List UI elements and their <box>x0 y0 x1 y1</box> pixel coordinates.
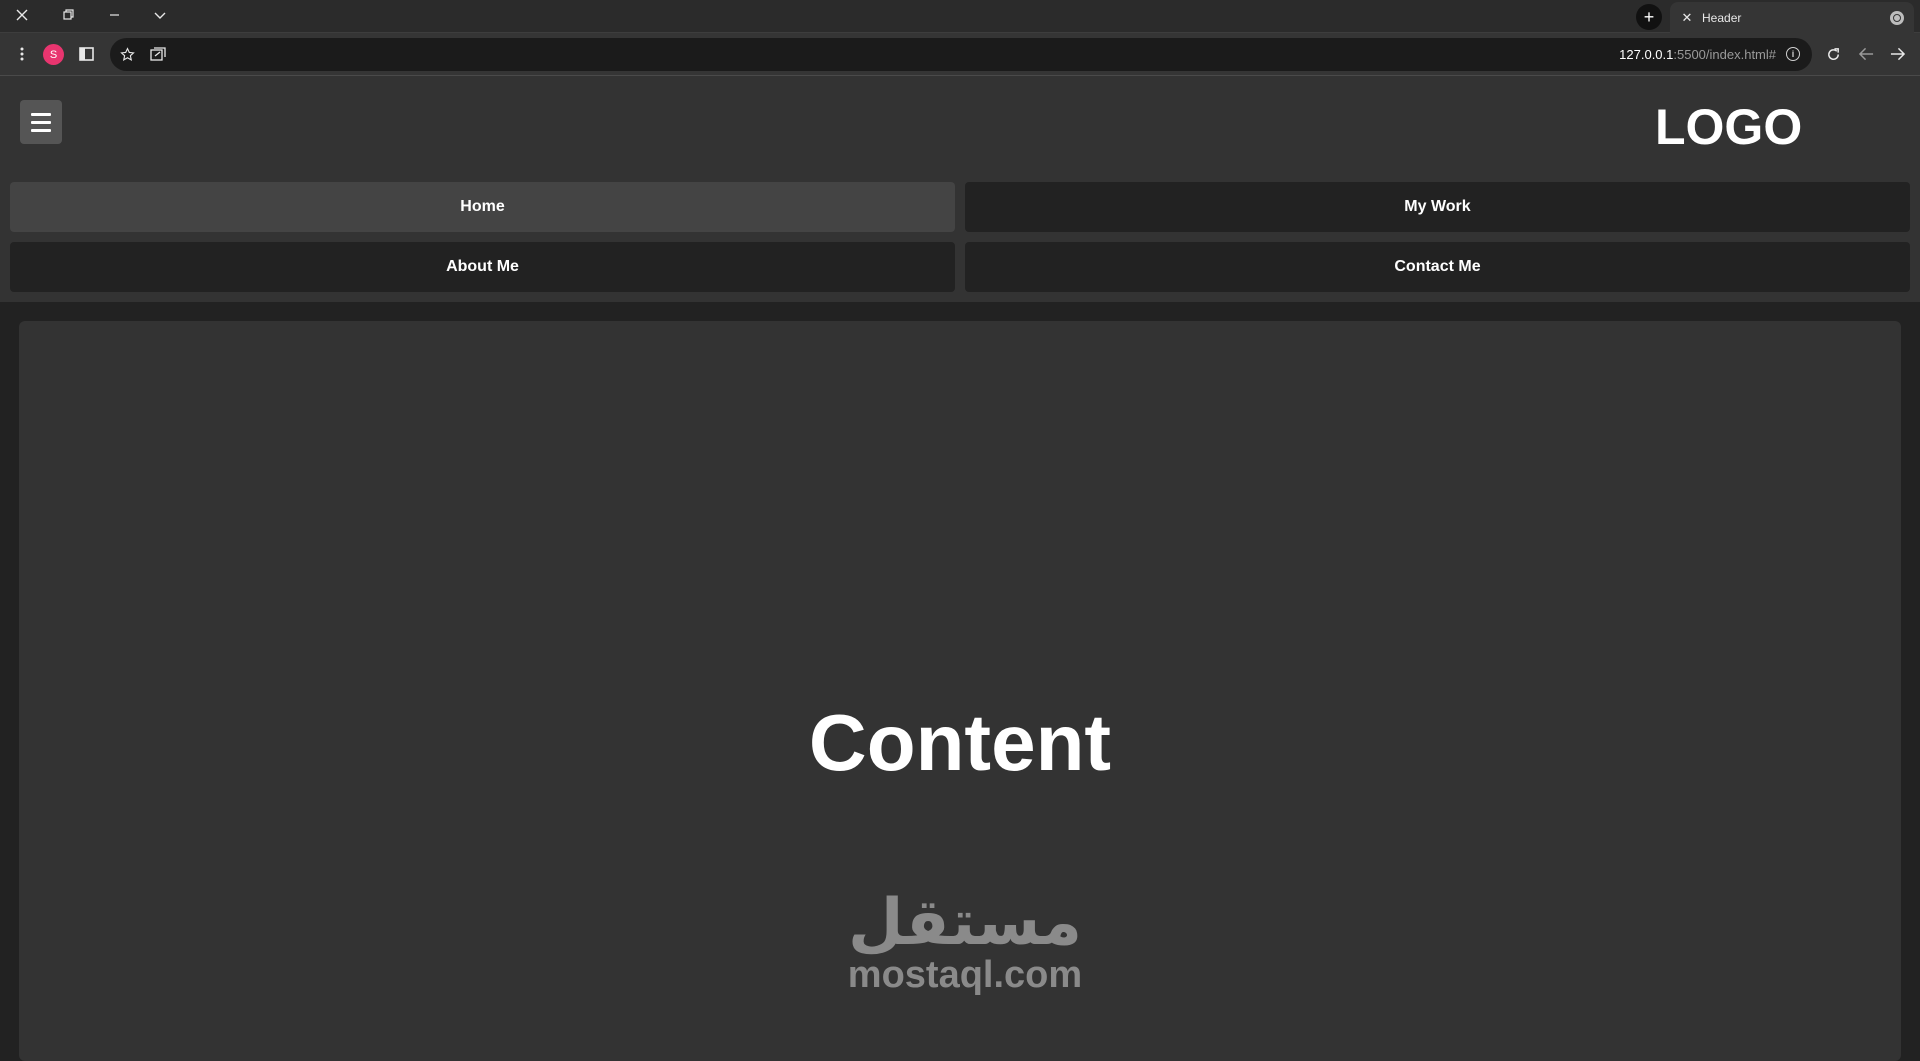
new-tab-button[interactable]: + <box>1636 4 1662 30</box>
extension-icon <box>150 46 166 61</box>
info-icon[interactable]: i <box>1786 47 1800 61</box>
restore-icon <box>62 9 74 20</box>
star-icon <box>119 46 135 61</box>
hamburger-icon-bar <box>31 128 51 132</box>
forward-icon <box>1890 47 1905 61</box>
forward-button[interactable] <box>1886 43 1908 65</box>
browser-toolbar: S 127.0.0.1:5500/index.html# i <box>0 33 1920 76</box>
tab-title: Header <box>1702 10 1742 25</box>
profile-avatar[interactable]: S <box>43 44 64 65</box>
hamburger-icon-bar <box>31 112 51 116</box>
menu-toggle-button[interactable] <box>20 100 62 144</box>
nav-item-home[interactable]: Home <box>10 182 955 232</box>
site-header: LOGO Home My Work About Me Contact Me <box>0 76 1920 302</box>
globe-icon <box>1890 10 1904 25</box>
tab-close-icon[interactable]: ✕ <box>1680 10 1694 25</box>
minimize-icon <box>109 14 119 16</box>
url-host: 127.0.0.1 <box>1619 47 1674 62</box>
close-icon <box>16 9 28 20</box>
back-icon <box>1858 47 1873 61</box>
reload-icon <box>1827 47 1839 60</box>
browser-tab-strip: + ✕ Header <box>0 0 1920 33</box>
url-text[interactable]: 127.0.0.1:5500/index.html# <box>1619 38 1776 71</box>
sidebar-icon <box>78 47 94 61</box>
more-icon <box>20 47 24 61</box>
hamburger-icon-bar <box>31 120 51 124</box>
watermark-logo: مستقل mostaql.com <box>845 891 1085 995</box>
nav-item-contact-me[interactable]: Contact Me <box>965 242 1910 292</box>
install-app-button[interactable] <box>147 43 169 65</box>
nav-item-about-me[interactable]: About Me <box>10 242 955 292</box>
reload-button[interactable] <box>1822 43 1844 65</box>
content-panel: Content مستقل mostaql.com <box>19 321 1901 1061</box>
bookmark-button[interactable] <box>116 43 138 65</box>
chevron-down-icon <box>154 12 166 19</box>
more-menu-button[interactable] <box>11 43 33 65</box>
watermark-latin: mostaql.com <box>847 954 1083 996</box>
url-path: :5500/index.html# <box>1673 47 1776 62</box>
nav-item-my-work[interactable]: My Work <box>965 182 1910 232</box>
main-nav: Home My Work About Me Contact Me <box>10 182 1910 292</box>
back-button[interactable] <box>1855 43 1877 65</box>
tab-search-button[interactable] <box>140 0 180 29</box>
close-window-button[interactable] <box>2 0 42 29</box>
browser-tab[interactable]: ✕ Header <box>1670 2 1914 33</box>
sidebar-button[interactable] <box>75 43 97 65</box>
address-bar[interactable]: 127.0.0.1:5500/index.html# i <box>110 38 1812 71</box>
minimize-window-button[interactable] <box>94 0 134 29</box>
watermark-arabic: مستقل <box>847 886 1083 960</box>
new-tab-icon: + <box>1643 7 1655 27</box>
site-logo[interactable]: LOGO <box>1655 98 1802 156</box>
restore-window-button[interactable] <box>48 0 88 29</box>
content-heading: Content <box>808 698 1112 787</box>
